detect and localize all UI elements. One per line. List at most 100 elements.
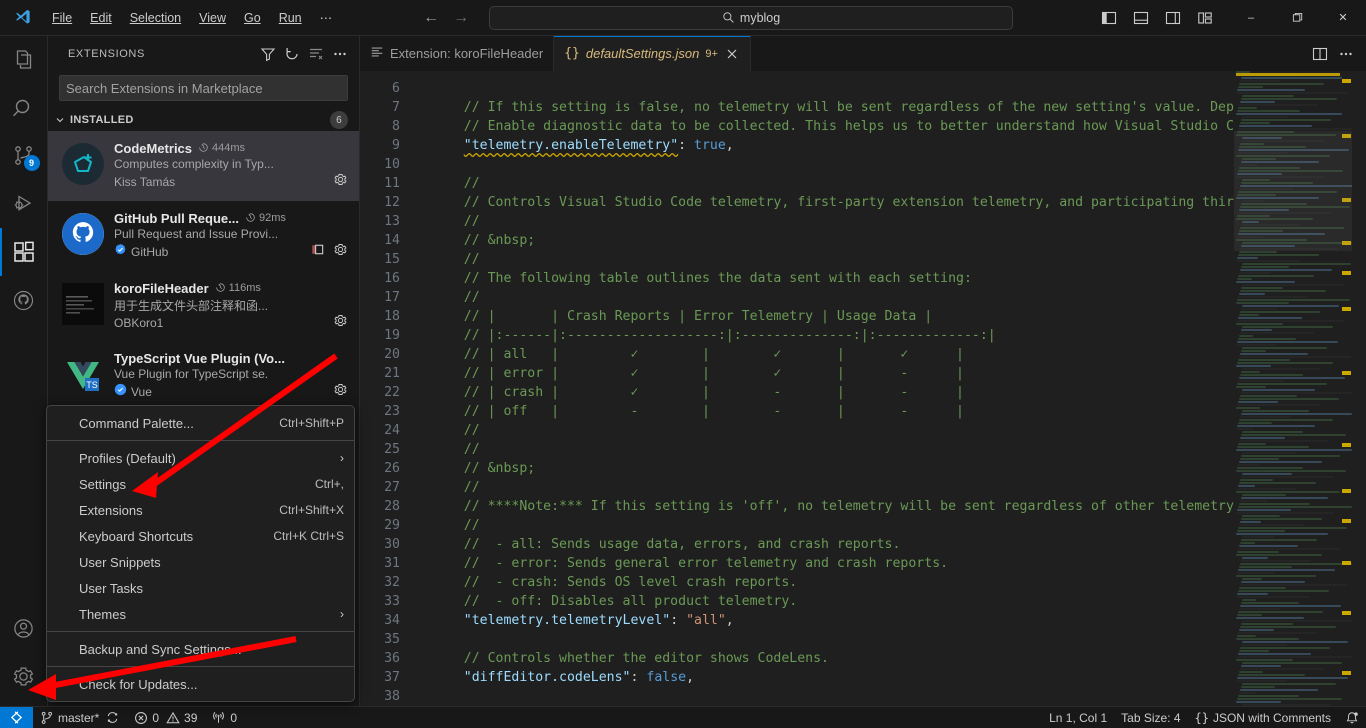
code-line[interactable]: // ****Note:*** If this setting is 'off'… — [422, 497, 1366, 516]
code-line[interactable]: // The following table outlines the data… — [422, 269, 1366, 288]
code-line[interactable]: // Enable diagnostic data to be collecte… — [422, 117, 1366, 136]
code-line[interactable]: // | error | ✓ | ✓ | - | — [422, 364, 1366, 383]
window-maximize-button[interactable] — [1274, 0, 1320, 36]
arrow-right-icon[interactable]: → — [453, 10, 469, 26]
toggle-secondary-sidebar-icon[interactable] — [1160, 5, 1186, 31]
search-input[interactable] — [59, 75, 348, 101]
code-line[interactable] — [422, 630, 1366, 649]
menu-item-themes[interactable]: Themes› — [47, 601, 354, 627]
tab-defaultsettings-json[interactable]: {} defaultSettings.json 9+ — [554, 36, 751, 71]
code-line[interactable]: // — [422, 250, 1366, 269]
menu-more[interactable]: ⋯ — [312, 6, 341, 29]
code-line[interactable]: // Controls whether the editor shows Cod… — [422, 649, 1366, 668]
manage-context-menu[interactable]: Command Palette...Ctrl+Shift+P Profiles (… — [46, 405, 355, 702]
code-line[interactable]: // | | Crash Reports | Error Telemetry |… — [422, 307, 1366, 326]
code-line[interactable]: // &nbsp; — [422, 231, 1366, 250]
split-editor-icon[interactable] — [1308, 42, 1332, 66]
list-item[interactable]: TS TypeScript Vue Plugin (Vo... Vue Plug… — [48, 341, 359, 411]
code-line[interactable] — [422, 687, 1366, 706]
status-language-mode[interactable]: {} JSON with Comments — [1188, 707, 1338, 728]
code-line[interactable]: // If this setting is false, no telemetr… — [422, 98, 1366, 117]
code-line[interactable]: // — [422, 174, 1366, 193]
status-notifications[interactable] — [1338, 707, 1366, 728]
manage-gear-button[interactable] — [0, 652, 48, 700]
manage-extension-gear-icon[interactable] — [333, 382, 348, 402]
code-line[interactable]: // Controls Visual Studio Code telemetry… — [422, 193, 1366, 212]
quick-search-input[interactable]: myblog — [489, 6, 1013, 30]
sidebar-item-extensions[interactable] — [0, 228, 48, 276]
menu-item-extensions[interactable]: ExtensionsCtrl+Shift+X — [47, 497, 354, 523]
remote-window-button[interactable] — [0, 707, 33, 728]
accounts-button[interactable] — [0, 604, 48, 652]
menu-selection[interactable]: Selection — [122, 7, 189, 29]
sidebar-item-search[interactable] — [0, 84, 48, 132]
code-line[interactable]: // |:------|:-------------------:|:-----… — [422, 326, 1366, 345]
window-close-button[interactable]: ✕ — [1320, 0, 1366, 36]
status-cursor-position[interactable]: Ln 1, Col 1 — [1042, 707, 1114, 728]
code-line[interactable]: // | all | ✓ | ✓ | ✓ | — [422, 345, 1366, 364]
remote-extension-icon[interactable] — [310, 242, 325, 262]
menu-edit[interactable]: Edit — [82, 7, 120, 29]
menu-go[interactable]: Go — [236, 7, 269, 29]
toggle-primary-sidebar-icon[interactable] — [1096, 5, 1122, 31]
sidebar-item-github[interactable] — [0, 276, 48, 324]
code-line[interactable]: // - crash: Sends OS level crash reports… — [422, 573, 1366, 592]
manage-extension-gear-icon[interactable] — [333, 172, 348, 192]
close-icon[interactable] — [724, 46, 740, 62]
installed-section-header[interactable]: INSTALLED 6 — [48, 109, 359, 131]
clear-all-icon[interactable] — [305, 43, 327, 65]
menu-run[interactable]: Run — [271, 7, 310, 29]
code-line[interactable]: // — [422, 516, 1366, 535]
editor-scrollbar[interactable] — [1352, 71, 1366, 706]
code-line[interactable]: "diffEditor.codeLens": false, — [422, 668, 1366, 687]
code-line[interactable]: // | off | - | - | - | — [422, 402, 1366, 421]
list-item[interactable]: koroFileHeader 116ms 用于生成文件头部注释和函... OBK… — [48, 271, 359, 341]
tab-extension-korofileheader[interactable]: Extension: koroFileHeader — [360, 36, 554, 71]
status-indentation[interactable]: Tab Size: 4 — [1114, 707, 1187, 728]
filter-icon[interactable] — [257, 43, 279, 65]
toggle-panel-icon[interactable] — [1128, 5, 1154, 31]
code-line[interactable]: // — [422, 421, 1366, 440]
menu-item-command-palette[interactable]: Command Palette...Ctrl+Shift+P — [47, 410, 354, 436]
ellipsis-icon[interactable] — [1334, 42, 1358, 66]
refresh-icon[interactable] — [281, 43, 303, 65]
menu-view[interactable]: View — [191, 7, 234, 29]
code-line[interactable] — [422, 79, 1366, 98]
manage-extension-gear-icon[interactable] — [333, 242, 348, 262]
menu-item-profiles-default[interactable]: Profiles (Default)› — [47, 445, 354, 471]
sidebar-item-run-and-debug[interactable] — [0, 180, 48, 228]
menu-item-check-for-updates[interactable]: Check for Updates... — [47, 671, 354, 697]
list-item[interactable]: CodeMetrics 444ms Computes complexity in… — [48, 131, 359, 201]
menu-item-keyboard-shortcuts[interactable]: Keyboard ShortcutsCtrl+K Ctrl+S — [47, 523, 354, 549]
status-branch[interactable]: master* — [33, 707, 127, 728]
sidebar-item-explorer[interactable] — [0, 36, 48, 84]
menu-item-settings[interactable]: SettingsCtrl+, — [47, 471, 354, 497]
ellipsis-icon[interactable] — [329, 43, 351, 65]
code-line[interactable] — [422, 155, 1366, 174]
code-line[interactable]: // - off: Disables all product telemetry… — [422, 592, 1366, 611]
menu-item-user-snippets[interactable]: User Snippets — [47, 549, 354, 575]
code-content[interactable]: // If this setting is false, no telemetr… — [422, 71, 1366, 706]
minimap-slider[interactable] — [1234, 131, 1352, 251]
code-line[interactable]: // — [422, 440, 1366, 459]
code-line[interactable]: // - all: Sends usage data, errors, and … — [422, 535, 1366, 554]
window-minimize-button[interactable]: – — [1228, 0, 1274, 36]
code-editor[interactable]: 6789101112131415161718192021222324252627… — [360, 71, 1366, 706]
menu-file[interactable]: File — [44, 7, 80, 29]
code-line[interactable]: // — [422, 288, 1366, 307]
list-item[interactable]: GitHub Pull Reque... 92ms Pull Request a… — [48, 201, 359, 271]
code-line[interactable]: // — [422, 212, 1366, 231]
sidebar-item-source-control[interactable]: 9 — [0, 132, 48, 180]
status-ports[interactable]: 0 — [204, 707, 244, 728]
code-line[interactable]: // — [422, 478, 1366, 497]
code-line[interactable]: // - error: Sends general error telemetr… — [422, 554, 1366, 573]
code-line[interactable]: // | crash | ✓ | - | - | — [422, 383, 1366, 402]
menu-item-user-tasks[interactable]: User Tasks — [47, 575, 354, 601]
arrow-left-icon[interactable]: ← — [423, 10, 439, 26]
customize-layout-icon[interactable] — [1192, 5, 1218, 31]
menu-bar[interactable]: File Edit Selection View Go Run ⋯ — [44, 6, 340, 29]
code-line[interactable]: "telemetry.telemetryLevel": "all", — [422, 611, 1366, 630]
code-line[interactable]: // &nbsp; — [422, 459, 1366, 478]
menu-item-backup-and-sync-settings[interactable]: Backup and Sync Settings... — [47, 636, 354, 662]
code-line[interactable]: "telemetry.enableTelemetry": true, — [422, 136, 1366, 155]
